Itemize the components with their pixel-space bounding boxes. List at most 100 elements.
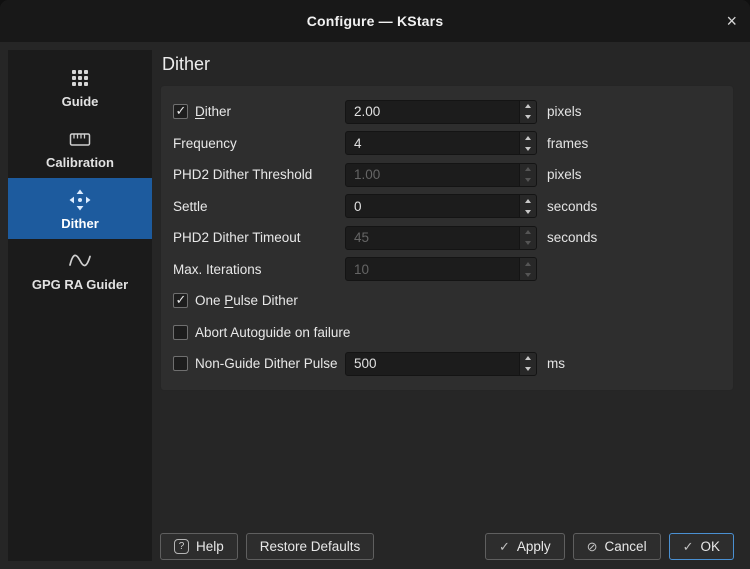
- spin-down-icon[interactable]: [520, 143, 536, 154]
- spin-up-icon: [520, 227, 536, 238]
- sidebar-item-guide[interactable]: Guide: [8, 56, 152, 117]
- cancel-button-label: Cancel: [605, 539, 647, 554]
- settle-spinbox[interactable]: 0: [345, 194, 537, 218]
- spin-value: 4: [346, 132, 519, 154]
- cancel-circle-icon: ⊘: [587, 540, 598, 553]
- titlebar[interactable]: Configure — KStars ×: [0, 0, 750, 42]
- spin-down-icon[interactable]: [520, 364, 536, 375]
- sidebar: Guide Calibration: [8, 50, 152, 561]
- unit-label: ms: [545, 356, 721, 371]
- apply-button[interactable]: ✓ Apply: [485, 533, 565, 560]
- spin-value: 10: [346, 258, 519, 280]
- checkbox-icon[interactable]: [173, 325, 188, 340]
- sidebar-item-calibration[interactable]: Calibration: [8, 117, 152, 178]
- spin-buttons: [519, 101, 536, 123]
- dither-checkbox[interactable]: Dither: [173, 104, 337, 119]
- checkbox-icon[interactable]: [173, 356, 188, 371]
- spin-up-icon: [520, 164, 536, 175]
- frequency-row: Frequency 4 frames: [173, 128, 721, 160]
- dither-row: Dither 2.00 pixels: [173, 96, 721, 128]
- sidebar-item-label: GPG RA Guider: [32, 277, 128, 292]
- spin-value: 2.00: [346, 101, 519, 123]
- max-iterations-spinbox: 10: [345, 257, 537, 281]
- apply-button-label: Apply: [517, 539, 551, 554]
- frequency-label: Frequency: [173, 136, 337, 151]
- spin-buttons: [519, 132, 536, 154]
- settle-label: Settle: [173, 199, 337, 214]
- settle-row: Settle 0 seconds: [173, 191, 721, 223]
- spin-up-icon[interactable]: [520, 101, 536, 112]
- spin-down-icon[interactable]: [520, 112, 536, 123]
- phd2-timeout-label: PHD2 Dither Timeout: [173, 230, 337, 245]
- sidebar-item-label: Calibration: [46, 155, 114, 170]
- non-guide-dither-pulse-checkbox[interactable]: Non-Guide Dither Pulse: [173, 356, 337, 371]
- configure-dialog: Configure — KStars × Guide: [0, 0, 750, 569]
- help-button-label: Help: [196, 539, 224, 554]
- dither-checkbox-label: Dither: [195, 104, 231, 119]
- one-pulse-row: One Pulse Dither: [173, 285, 721, 317]
- spin-down-icon[interactable]: [520, 206, 536, 217]
- window-title: Configure — KStars: [307, 13, 444, 29]
- spin-up-icon[interactable]: [520, 195, 536, 206]
- spin-up-icon[interactable]: [520, 132, 536, 143]
- spin-up-icon[interactable]: [520, 353, 536, 364]
- non-guide-pulse-row: Non-Guide Dither Pulse 500 ms: [173, 348, 721, 380]
- non-guide-pulse-spinbox[interactable]: 500: [345, 352, 537, 376]
- restore-defaults-label: Restore Defaults: [260, 539, 361, 554]
- phd2-timeout-row: PHD2 Dither Timeout 45 seconds: [173, 222, 721, 254]
- one-pulse-dither-label: One Pulse Dither: [195, 293, 298, 308]
- phd2-timeout-spinbox: 45: [345, 226, 537, 250]
- phd2-threshold-row: PHD2 Dither Threshold 1.00 pixels: [173, 159, 721, 191]
- checkbox-icon[interactable]: [173, 104, 188, 119]
- unit-label: seconds: [545, 199, 721, 214]
- sine-wave-icon: [67, 248, 93, 274]
- phd2-threshold-label: PHD2 Dither Threshold: [173, 167, 337, 182]
- close-icon[interactable]: ×: [726, 12, 737, 30]
- move-icon: [67, 187, 93, 213]
- spin-value: 1.00: [346, 164, 519, 186]
- frequency-spinbox[interactable]: 4: [345, 131, 537, 155]
- dither-settings-panel: Dither 2.00 pixels Frequency 4 frames: [160, 85, 734, 391]
- help-button[interactable]: ? Help: [160, 533, 238, 560]
- abort-autoguide-row: Abort Autoguide on failure: [173, 317, 721, 349]
- unit-label: pixels: [545, 167, 721, 182]
- unit-label: frames: [545, 136, 721, 151]
- phd2-threshold-spinbox: 1.00: [345, 163, 537, 187]
- dialog-body: Guide Calibration: [0, 42, 750, 569]
- spin-up-icon: [520, 258, 536, 269]
- dialog-button-box: ? Help Restore Defaults ✓ Apply ⊘ Cancel…: [160, 533, 742, 561]
- spin-down-icon: [520, 238, 536, 249]
- spin-buttons: [519, 258, 536, 280]
- non-guide-dither-pulse-label: Non-Guide Dither Pulse: [195, 356, 338, 371]
- spin-value: 500: [346, 353, 519, 375]
- sidebar-item-label: Dither: [61, 216, 99, 231]
- ok-button[interactable]: ✓ OK: [669, 533, 734, 560]
- spin-value: 0: [346, 195, 519, 217]
- dither-spinbox[interactable]: 2.00: [345, 100, 537, 124]
- unit-label: seconds: [545, 230, 721, 245]
- max-iterations-row: Max. Iterations 10: [173, 254, 721, 286]
- spin-buttons: [519, 164, 536, 186]
- abort-autoguide-label: Abort Autoguide on failure: [195, 325, 350, 340]
- checkmark-icon: ✓: [499, 540, 510, 553]
- page-title: Dither: [162, 54, 742, 75]
- unit-label: pixels: [545, 104, 721, 119]
- spin-down-icon: [520, 269, 536, 280]
- spin-value: 45: [346, 227, 519, 249]
- calibration-icon: [67, 126, 93, 152]
- sidebar-item-gpg-ra-guider[interactable]: GPG RA Guider: [8, 239, 152, 300]
- spin-down-icon: [520, 175, 536, 186]
- one-pulse-dither-checkbox[interactable]: One Pulse Dither: [173, 293, 721, 308]
- spin-buttons: [519, 195, 536, 217]
- restore-defaults-button[interactable]: Restore Defaults: [246, 533, 375, 560]
- abort-autoguide-checkbox[interactable]: Abort Autoguide on failure: [173, 325, 721, 340]
- ok-button-label: OK: [700, 539, 720, 554]
- grid-icon: [67, 65, 93, 91]
- sidebar-item-dither[interactable]: Dither: [8, 178, 152, 239]
- checkbox-icon[interactable]: [173, 293, 188, 308]
- max-iterations-label: Max. Iterations: [173, 262, 337, 277]
- sidebar-item-label: Guide: [62, 94, 99, 109]
- cancel-button[interactable]: ⊘ Cancel: [573, 533, 661, 560]
- help-icon: ?: [174, 539, 189, 554]
- spin-buttons: [519, 353, 536, 375]
